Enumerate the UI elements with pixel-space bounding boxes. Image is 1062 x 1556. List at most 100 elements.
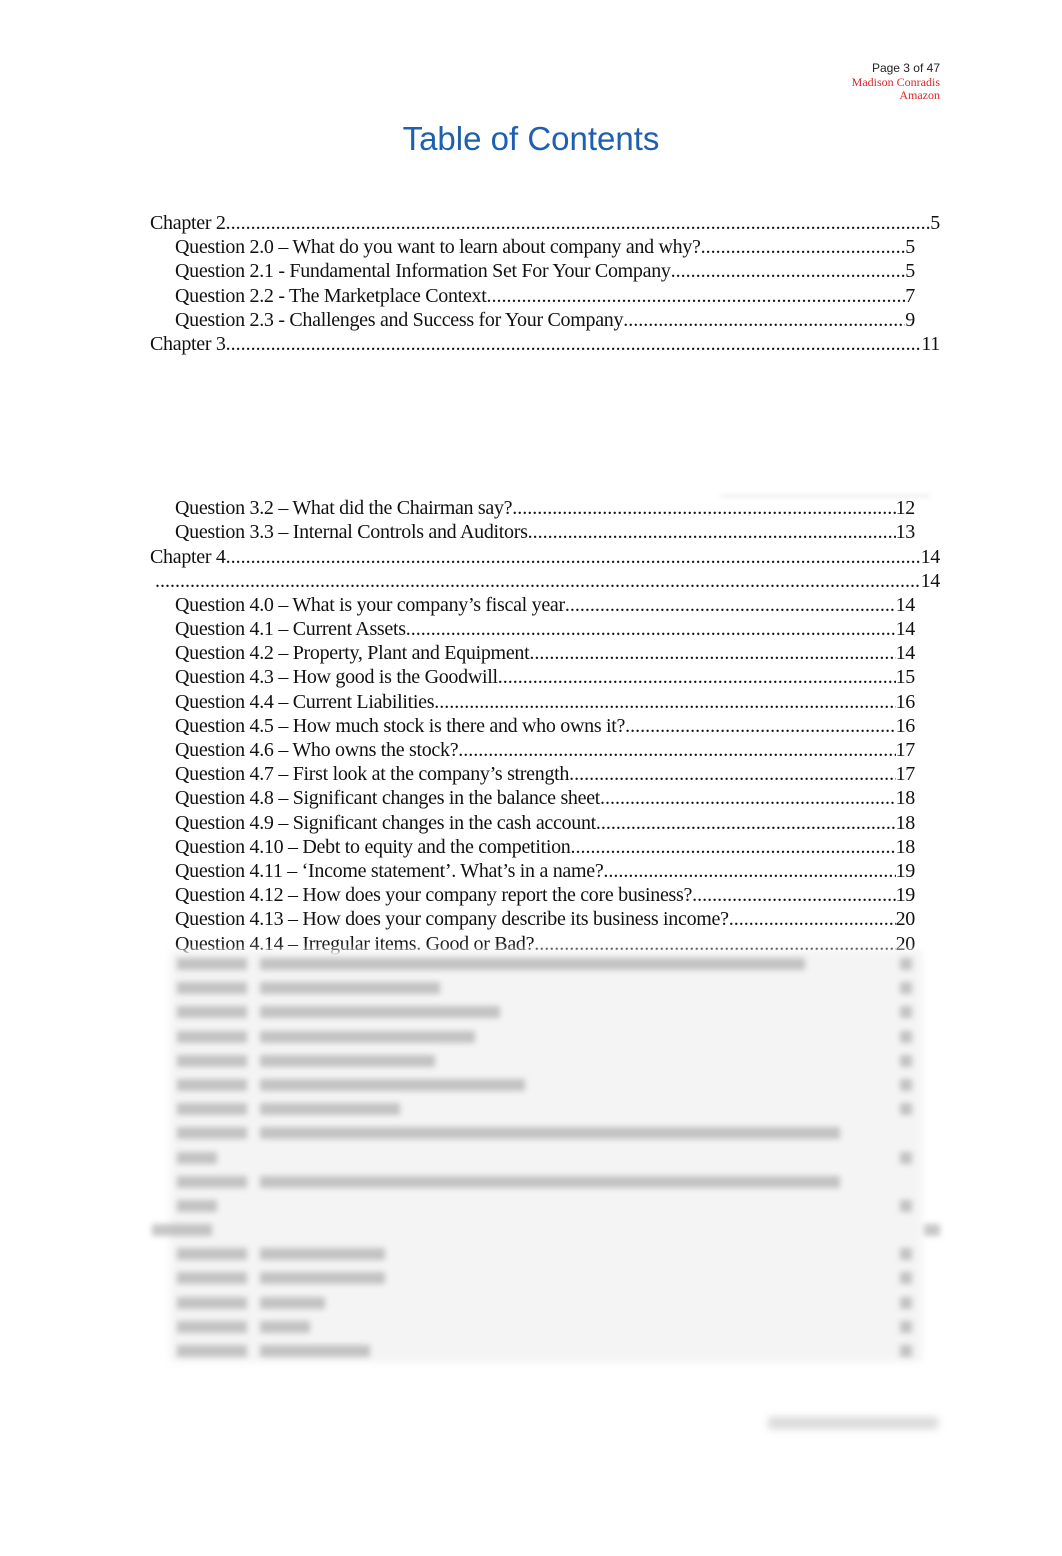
toc-entry-label: Question 4.4 – Current Liabilities [175,690,435,713]
blurred-toc-row [150,1218,940,1242]
blurred-entry-page [900,1199,912,1212]
toc-question-entry[interactable]: Question 4.5 – How much stock is there a… [150,714,915,738]
toc-page-number: 14 [895,593,915,616]
blurred-entry-page [900,1248,912,1261]
toc-question-entry[interactable]: Question 4.0 – What is your company’s fi… [150,593,915,617]
toc-dot-leader [155,569,921,593]
toc-dot-leader [512,496,895,520]
blurred-toc-row [150,1073,940,1097]
blurred-entry-wrap [177,1199,217,1212]
toc-page-number: 14 [920,569,940,592]
toc-entry-label: Question 4.0 – What is your company’s fi… [175,593,565,616]
blurred-footer [768,1417,938,1429]
toc-page-number: 20 [895,908,915,931]
toc-chapter-entry[interactable]: Chapter 4 14 [150,545,940,569]
toc-question-entry[interactable]: Question 4.10 – Debt to equity and the c… [150,835,915,859]
blurred-toc-row [150,1291,940,1315]
page-number: Page 3 of 47 [871,61,940,75]
blurred-entry-number [177,1248,247,1261]
blurred-entry-number [177,958,247,970]
toc-entry-label: Question 4.1 – Current Assets [175,618,406,641]
toc-question-entry[interactable]: Question 4.8 – Significant changes in th… [150,786,915,810]
toc-page-number: 19 [895,859,915,882]
toc-question-entry[interactable]: Question 4.9 – Significant changes in th… [150,811,915,835]
toc-entry-label: Question 4.11 – ‘Income statement’. What… [175,859,604,882]
toc-question-entry[interactable]: Question 2.1 - Fundamental Information S… [150,259,915,283]
blurred-entry-number [177,1175,247,1188]
toc-page-number: 12 [895,497,915,520]
blurred-entry-number [177,1030,247,1043]
blurred-toc-row [150,1049,940,1073]
toc-page-number: 5 [905,260,915,283]
toc-chapter-entry[interactable]: 14 [150,569,940,593]
blurred-toc-row [150,1121,940,1145]
toc-chapter-entry[interactable]: Chapter 3 11 [150,332,940,356]
toc-question-entry[interactable]: Question 3.3 – Internal Controls and Aud… [150,520,915,544]
toc-dot-leader [458,738,895,762]
toc-page-number: 5 [930,212,940,234]
toc-question-entry[interactable]: Question 2.3 - Challenges and Success fo… [150,308,915,332]
toc-dot-leader [600,786,896,810]
toc-entry-label: Question 4.3 – How good is the Goodwill [175,666,498,689]
toc-question-entry[interactable]: Question 4.6 – Who owns the stock? 17 [150,738,915,762]
toc-entry-label: Chapter 4 [150,545,226,568]
blurred-entry-page [900,1272,912,1285]
company-name: Amazon [899,88,940,102]
toc-question-entry[interactable]: Question 4.3 – How good is the Goodwill … [150,665,915,689]
blurred-entry-page [900,1103,912,1116]
blurred-toc-row [150,976,940,1000]
toc-dot-leader [529,641,895,665]
toc-question-entry[interactable]: Question 4.4 – Current Liabilities 16 [150,690,915,714]
toc-question-entry[interactable]: Question 4.11 – ‘Income statement’. What… [150,859,915,883]
blurred-entry-page [900,1054,912,1067]
toc-page-number: 16 [895,714,915,737]
toc-entry-label: Question 4.2 – Property, Plant and Equip… [175,642,530,665]
toc-gap [150,356,940,496]
toc-entry-label: Chapter 3 [150,332,226,355]
toc-dot-leader [729,907,896,931]
toc-entry-label: Chapter 2 [150,212,226,234]
toc-chapter-entry[interactable]: Chapter 2 5 [150,211,940,235]
blurred-entry-page [900,1296,912,1309]
toc-page-number: 14 [895,618,915,641]
toc-entry-label: Question 4.13 – How does your company de… [175,908,729,931]
blurred-entry-page [900,982,912,995]
toc-question-entry[interactable]: Question 4.13 – How does your company de… [150,907,915,931]
toc-entry-label: Question 4.7 – First look at the company… [175,763,570,786]
toc-dot-leader [569,762,895,786]
toc-question-entry[interactable]: Question 4.1 – Current Assets 14 [150,617,915,641]
toc-dot-leader [226,545,921,569]
obscured-strip [720,494,930,498]
blurred-entry-number [177,1127,247,1140]
blurred-toc-row [150,1025,940,1049]
toc-entry-label: Question 4.6 – Who owns the stock? [175,739,459,761]
toc-entry-label: Question 4.9 – Significant changes in th… [175,811,596,834]
toc-question-entry[interactable]: Question 2.0 – What do you want to learn… [150,235,915,259]
toc-question-entry[interactable]: Question 2.2 - The Marketplace Context 7 [150,284,915,308]
blurred-entry-page [900,1006,912,1019]
toc-page-number: 5 [905,236,915,259]
blurred-entry-text [260,1006,500,1019]
author-name: Madison Conradis [851,74,940,89]
toc-dot-leader [625,714,895,738]
toc-question-entry[interactable]: Question 3.2 – What did the Chairman say… [150,496,915,520]
toc-page-number: 14 [895,642,915,665]
toc-page-number: 18 [895,835,915,858]
toc-page-number: 17 [895,739,915,761]
toc-page-number: 18 [895,811,915,834]
blurred-toc-row [150,1170,940,1194]
toc-question-entry[interactable]: Question 4.7 – First look at the company… [150,762,915,786]
blurred-entry-number [177,982,247,995]
blurred-toc-row [150,1194,940,1218]
blurred-entry-text [260,1320,310,1333]
toc-question-entry[interactable]: Question 4.2 – Property, Plant and Equip… [150,641,915,665]
toc-question-entry[interactable]: Question 4.12 – How does your company re… [150,883,915,907]
blurred-entry-text [260,982,440,995]
blurred-entry-number [177,1054,247,1067]
toc-dot-leader [671,259,906,283]
toc-entry-label: Question 4.12 – How does your company re… [175,884,693,907]
toc-dot-leader [623,308,905,332]
toc-dot-leader [603,859,895,883]
toc-dot-leader [486,284,905,308]
blurred-entry-page [900,1078,912,1091]
